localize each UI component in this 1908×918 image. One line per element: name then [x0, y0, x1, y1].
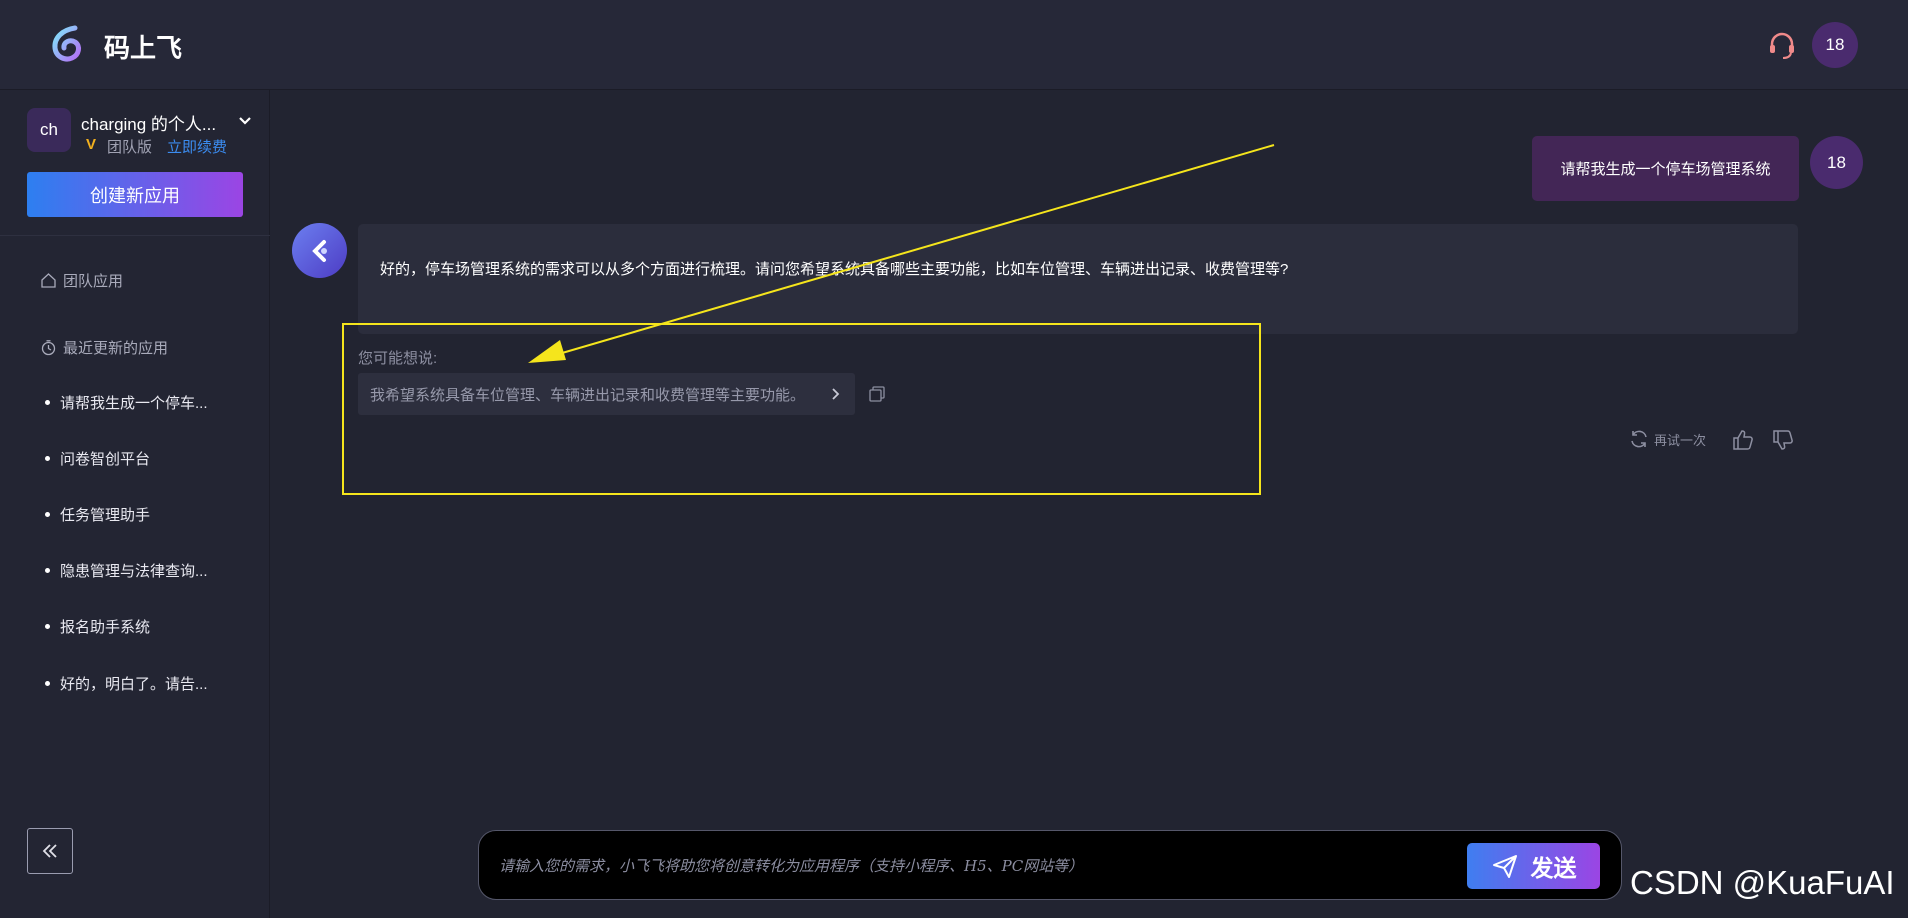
user-message-bubble: 请帮我生成一个停车场管理系统 [1532, 136, 1799, 201]
prompt-input[interactable] [499, 849, 1439, 883]
clock-icon [41, 340, 56, 356]
bot-message-text: 好的，停车场管理系统的需求可以从多个方面进行梳理。请问您希望系统具备哪些主要功能… [380, 261, 1289, 278]
sidebar: ch charging 的个人... V 团队版 立即续费 创建新应用 团队应用… [0, 90, 270, 918]
watermark-text: CSDN @KuaFuAI [1630, 864, 1895, 901]
nav-team-apps-label: 团队应用 [63, 273, 124, 290]
user-avatar[interactable]: 18 [1812, 22, 1858, 68]
recent-app-item[interactable]: 隐患管理与法律查询... [45, 560, 208, 581]
prompt-input-box: 发送 [478, 830, 1622, 900]
thumbs-up-icon[interactable] [1731, 428, 1755, 452]
sidebar-divider [0, 235, 270, 236]
recent-app-label: 任务管理助手 [60, 507, 151, 524]
bullet-icon [45, 568, 50, 573]
recent-app-label: 问卷智创平台 [60, 451, 151, 468]
top-header: 码上飞 18 [0, 0, 1908, 90]
recent-app-item[interactable]: 请帮我生成一个停车... [45, 392, 208, 413]
send-button[interactable]: 发送 [1467, 843, 1600, 889]
bullet-icon [45, 456, 50, 461]
recent-app-item[interactable]: 好的，明白了。请告... [45, 673, 208, 694]
annotation-highlight-box [342, 323, 1261, 495]
plan-badge-icon: V [86, 136, 97, 153]
paper-plane-icon [1492, 855, 1517, 878]
home-icon [41, 273, 56, 288]
recent-app-label: 隐患管理与法律查询... [60, 563, 208, 580]
recent-app-item[interactable]: 报名助手系统 [45, 616, 150, 637]
retry-label: 再试一次 [1654, 432, 1707, 448]
recent-app-item[interactable]: 问卷智创平台 [45, 448, 150, 469]
collapse-sidebar-button[interactable] [27, 828, 73, 874]
bullet-icon [45, 681, 50, 686]
double-chevron-left-icon [42, 844, 57, 858]
recent-app-label: 请帮我生成一个停车... [60, 395, 208, 412]
bot-logo-icon [311, 239, 327, 262]
headset-icon[interactable] [1766, 30, 1798, 62]
chevron-down-icon[interactable] [236, 112, 254, 130]
workspace-name[interactable]: charging 的个人... [81, 110, 216, 135]
send-label: 发送 [1530, 855, 1577, 881]
recent-app-item[interactable]: 任务管理助手 [45, 504, 150, 525]
workspace-plan: 团队版 [107, 139, 153, 156]
renew-link[interactable]: 立即续费 [167, 136, 227, 157]
recent-app-label: 好的，明白了。请告... [60, 676, 208, 693]
nav-team-apps[interactable]: 团队应用 [40, 270, 123, 291]
workspace-avatar[interactable]: ch [27, 108, 71, 152]
retry-button[interactable]: 再试一次 [1628, 428, 1706, 450]
recent-app-label: 报名助手系统 [60, 619, 151, 636]
user-message-avatar: 18 [1810, 136, 1863, 189]
create-app-button[interactable]: 创建新应用 [27, 172, 243, 217]
logo-icon[interactable] [48, 24, 88, 64]
bullet-icon [45, 400, 50, 405]
bullet-icon [45, 512, 50, 517]
thumbs-down-icon[interactable] [1771, 428, 1795, 452]
refresh-icon [1631, 430, 1647, 448]
app-name: 码上飞 [104, 33, 183, 63]
bot-avatar [292, 223, 347, 278]
bot-message-bubble: 好的，停车场管理系统的需求可以从多个方面进行梳理。请问您希望系统具备哪些主要功能… [358, 224, 1798, 334]
recent-apps-heading: 最近更新的应用 [40, 337, 168, 358]
recent-apps-label: 最近更新的应用 [63, 340, 169, 357]
bullet-icon [45, 624, 50, 629]
